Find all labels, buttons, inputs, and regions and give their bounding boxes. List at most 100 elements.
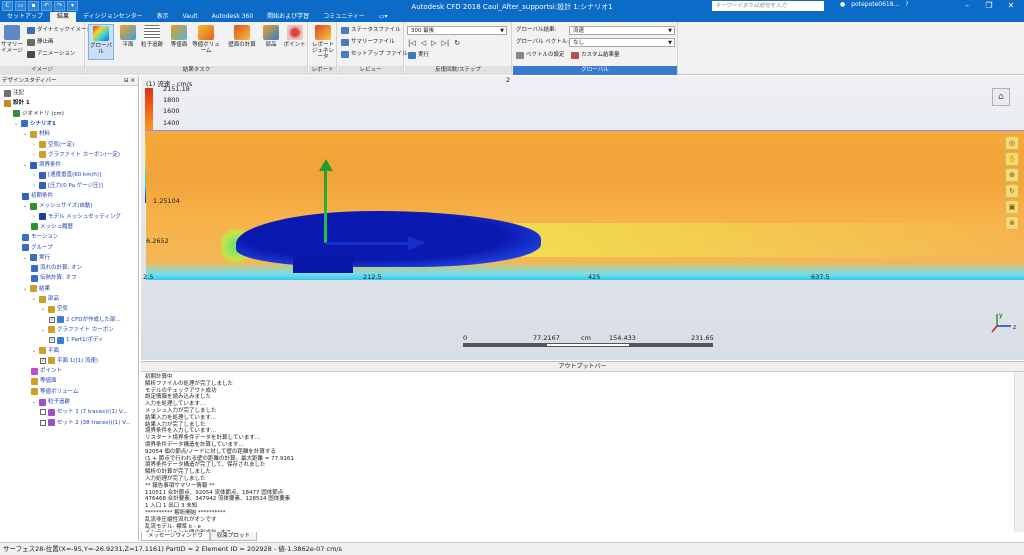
tree-item[interactable]: ⌄ 実行 [22,253,50,263]
orbit-icon[interactable]: ↻ [1005,184,1019,198]
tree-item[interactable]: 流れの計算: オン [31,263,82,273]
tree-item[interactable]: › 空気(一定) [31,140,74,150]
chevron-down-icon[interactable]: ⌄ [22,160,28,170]
tree-item[interactable]: ジオメトリ (cm) [13,109,64,119]
search-input[interactable]: キーワードまたは語句を入力 [712,1,824,11]
tree-item[interactable]: ✓ 平面 1((1) 流速) [40,356,98,366]
tree-item[interactable]: モーション [22,232,58,242]
chevron-right-icon[interactable]: › [31,212,37,222]
chevron-down-icon[interactable]: ⌄ [31,294,37,304]
tree-item[interactable]: ⌄ メッシュサイズ(自動) [22,201,93,211]
iso-surface-button[interactable]: 等値面 [166,24,192,60]
tree-item[interactable]: › グラファイト カーボン(一定) [31,150,120,160]
tree-item[interactable]: ⌄ グラファイト カーボン [40,325,114,335]
chevron-down-icon[interactable]: ⌄ [22,284,28,294]
visibility-checkbox[interactable]: ✓ [49,337,55,344]
summary-image-button[interactable]: サマリー イメージ [1,24,23,60]
tree-item[interactable]: 等値ボリューム [31,387,78,397]
chevron-right-icon[interactable]: › [31,181,37,191]
iso-volume-button[interactable]: 等値ボリューム [190,24,222,60]
chevron-down-icon[interactable]: ⌄ [31,346,37,356]
animation-button[interactable]: アニメーション [27,49,75,59]
global-button[interactable]: グローバル [88,24,114,60]
user-name[interactable]: potepote0618... [851,1,899,8]
visibility-checkbox[interactable]: ✓ [49,316,55,323]
summary-file-button[interactable]: サマリーファイル [341,37,395,47]
output-tab-1[interactable]: 収束プロット [209,532,257,541]
vector-settings-button[interactable]: ベクトルの設定 [516,50,565,60]
visibility-checkbox[interactable] [40,419,46,426]
particle-trace-button[interactable]: 粒子追跡 [139,24,165,60]
chevron-down-icon[interactable]: ⌄ [22,201,28,211]
chevron-down-icon[interactable]: ⌄ [22,129,28,139]
tree-item[interactable]: ⌄ 粒子追跡 [31,397,70,407]
tree-item[interactable]: ⌄ 平面 [31,346,59,356]
zoom-icon[interactable]: ⊕ [1005,168,1019,182]
setup-file-button[interactable]: セットアップ ファイル [341,49,408,59]
next-step-icon[interactable]: ▷| [442,38,450,48]
tree-item[interactable]: セット 1 (7 traces)((1) V... [40,407,127,417]
close-icon[interactable]: ✕ [1000,0,1022,12]
tab-6[interactable]: 開始および学習 [260,12,316,22]
tree-item[interactable]: 設計 1 [4,98,30,108]
chevron-down-icon[interactable]: ⌄ [40,304,46,314]
pan-icon[interactable]: ✋ [1005,152,1019,166]
tree-item[interactable]: › モデル メッシュセッティング [31,212,121,222]
output-tab-0[interactable]: メッセージウィンドウ [141,532,210,541]
chevron-down-icon[interactable]: ⌄ [40,325,46,335]
output-scrollbar[interactable] [1014,372,1024,532]
tree-item[interactable]: ✓ 1 Part1/ボディ [49,335,104,345]
chevron-down-icon[interactable]: ⌄ [13,119,19,129]
tree-item[interactable]: ⌄ 結果 [22,284,50,294]
navbar-close-icon[interactable]: ⊗ [1005,216,1019,230]
chevron-right-icon[interactable]: › [31,140,37,150]
tree-item[interactable]: ⌄ シナリオ1 [13,119,56,129]
tree-item[interactable]: ⌄ 部品 [31,294,59,304]
status-file-button[interactable]: ステータスファイル [341,25,401,35]
custom-result-button[interactable]: カスタム結果量 [571,50,620,60]
prev-step-icon[interactable]: ◁ [421,38,426,48]
tree-item[interactable]: 等値面 [31,376,57,386]
help-icon[interactable]: ? [905,1,908,8]
chevron-down-icon[interactable]: ⌄ [22,253,28,263]
run-button[interactable]: 実行 [408,50,429,60]
tree-item[interactable]: グループ [22,243,53,253]
points-button[interactable]: ポイント [283,24,306,60]
tree-item[interactable]: 伝熱計算: オフ [31,273,77,283]
first-step-icon[interactable]: |◁ [408,38,416,48]
pin-icon[interactable]: ⊟ ✕ [124,76,135,86]
tree-item[interactable]: 注記 [4,88,24,98]
dynamic-image-button[interactable]: ダイナミックイメージ [27,25,92,35]
tab-1[interactable]: 結果 [50,12,77,22]
still-image-button[interactable]: 静止画 [27,37,54,47]
iteration-select[interactable]: 300 最後 ▼ [407,26,507,35]
graphics-viewport[interactable]: (1) 流速 - cm/s 2151.181800160014001200100… [141,76,1024,360]
plane-button[interactable]: 平面 [115,24,141,60]
play-icon[interactable]: ▷ [431,38,436,48]
tree-item[interactable]: ✓ 2 CFDが作成した部... [49,315,121,325]
tab-3[interactable]: 表示 [150,12,176,22]
tab-0[interactable]: セットアップ [0,12,50,22]
tree-item[interactable]: セット 2 (38 traces)((1) V... [40,418,131,428]
look-icon[interactable]: ▣ [1005,200,1019,214]
minimize-icon[interactable]: – [956,0,978,12]
wall-calc-button[interactable]: 壁面の計算 [226,24,258,60]
tab-4[interactable]: Vault [176,12,205,22]
tree-item[interactable]: ⌄ 境界条件 [22,160,61,170]
tab-5[interactable]: Autodesk 360 [205,12,260,22]
tree-item[interactable]: › [速度垂直(60 km/h)] [31,170,101,180]
tab-2[interactable]: ディシジョンセンター [76,12,150,22]
visibility-checkbox[interactable]: ✓ [40,357,46,364]
tab-7[interactable]: コミュニティー [316,12,372,22]
steering-wheel-icon[interactable]: ◎ [1005,136,1019,150]
tree-item[interactable]: ポイント [31,366,62,376]
tree-item[interactable]: メッシュ履歴 [31,222,73,232]
tree-item[interactable]: ⌄ 材料 [22,129,50,139]
chevron-right-icon[interactable]: › [31,150,37,160]
visibility-checkbox[interactable] [40,409,46,416]
global-vector-select[interactable]: なし ▼ [569,38,675,47]
global-result-select[interactable]: 流速 ▼ [569,26,675,35]
refresh-icon[interactable]: ↻ [454,38,460,48]
chevron-down-icon[interactable]: ⌄ [31,397,37,407]
user-icon[interactable]: ● [840,1,845,8]
